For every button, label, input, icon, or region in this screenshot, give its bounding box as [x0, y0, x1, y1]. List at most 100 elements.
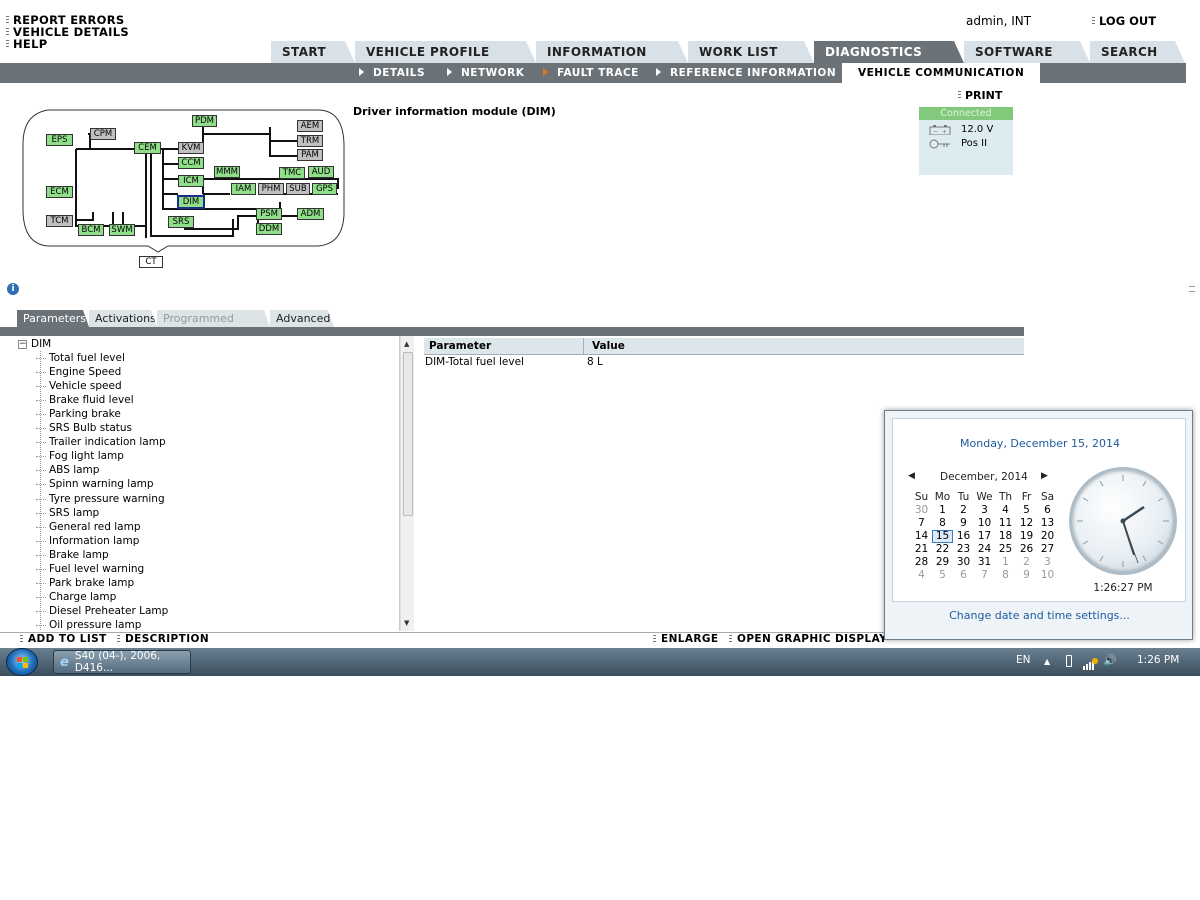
- tree-root[interactable]: − DIM: [18, 338, 51, 350]
- calendar-day[interactable]: 16: [953, 530, 974, 543]
- taskbar-window-button[interactable]: e S40 (04-), 2006, D416...: [53, 650, 191, 674]
- battery-tray-icon[interactable]: [1066, 655, 1072, 667]
- tray-expand-icon[interactable]: ▲: [1044, 657, 1050, 666]
- enlarge-button[interactable]: ENLARGE: [653, 633, 718, 645]
- module-ddm[interactable]: DDM: [256, 223, 282, 235]
- tree-item[interactable]: Brake lamp: [36, 549, 109, 561]
- add-to-list-button[interactable]: ADD TO LIST: [20, 633, 107, 645]
- module-cpm[interactable]: CPM: [90, 128, 116, 140]
- module-gps[interactable]: GPS: [312, 183, 337, 195]
- module-aem[interactable]: AEM: [297, 120, 323, 132]
- subtab-details[interactable]: DETAILS: [359, 63, 425, 83]
- calendar-day[interactable]: 7: [911, 517, 932, 530]
- subtab-network[interactable]: NETWORK: [447, 63, 524, 83]
- tree-item[interactable]: Park brake lamp: [36, 577, 134, 589]
- calendar-day[interactable]: 3: [1037, 556, 1058, 569]
- module-iam[interactable]: IAM: [231, 183, 256, 195]
- volume-tray-icon[interactable]: 🔊: [1103, 654, 1117, 667]
- calendar-day[interactable]: 9: [953, 517, 974, 530]
- tree-item[interactable]: Tyre pressure warning: [36, 493, 165, 505]
- open-graphic-display-button[interactable]: OPEN GRAPHIC DISPLAY: [729, 633, 887, 645]
- help-link[interactable]: HELP: [6, 38, 47, 50]
- tree-item[interactable]: Vehicle speed: [36, 380, 122, 392]
- change-date-time-link[interactable]: Change date and time settings...: [885, 601, 1194, 639]
- module-sub[interactable]: SUB: [286, 183, 310, 195]
- calendar-day[interactable]: 20: [1037, 530, 1058, 543]
- module-ccm[interactable]: CCM: [178, 157, 204, 169]
- calendar-day[interactable]: 5: [932, 569, 953, 582]
- tree-item[interactable]: Diesel Preheater Lamp: [36, 605, 168, 617]
- tree-item[interactable]: ABS lamp: [36, 464, 99, 476]
- module-kvm[interactable]: KVM: [178, 142, 204, 154]
- module-ct[interactable]: CT: [139, 256, 163, 268]
- calendar-day[interactable]: 10: [1037, 569, 1058, 582]
- column-header-value[interactable]: Value: [583, 338, 625, 355]
- module-cem[interactable]: CEM: [134, 142, 161, 154]
- tree-item[interactable]: Oil pressure lamp: [36, 619, 141, 631]
- calendar-day[interactable]: 7: [974, 569, 995, 582]
- module-pdm[interactable]: PDM: [192, 115, 217, 127]
- tab-vehicle-profile[interactable]: VEHICLE PROFILE: [355, 41, 536, 63]
- tree-item[interactable]: General red lamp: [36, 521, 141, 533]
- windows-start-button[interactable]: [6, 648, 38, 676]
- print-button[interactable]: PRINT: [958, 89, 1002, 102]
- column-header-parameter[interactable]: Parameter: [429, 338, 491, 355]
- tree-item[interactable]: Information lamp: [36, 535, 139, 547]
- tree-item[interactable]: Spinn warning lamp: [36, 478, 154, 490]
- calendar-day[interactable]: 1: [995, 556, 1016, 569]
- calendar-day[interactable]: 1: [932, 504, 953, 517]
- month-label[interactable]: December, 2014: [940, 471, 1028, 483]
- tab-work-list[interactable]: WORK LIST: [688, 41, 814, 63]
- module-mmm[interactable]: MMM: [214, 166, 240, 178]
- tab-activations[interactable]: Activations: [89, 310, 157, 327]
- calendar-day[interactable]: 13: [1037, 517, 1058, 530]
- calendar-day[interactable]: 23: [953, 543, 974, 556]
- calendar-day[interactable]: 2: [1016, 556, 1037, 569]
- calendar-day[interactable]: 6: [1037, 504, 1058, 517]
- tree-item[interactable]: SRS lamp: [36, 507, 99, 519]
- calendar-day[interactable]: 4: [911, 569, 932, 582]
- tab-advanced[interactable]: Advanced: [270, 310, 334, 327]
- tab-parameters[interactable]: Parameters: [17, 310, 89, 327]
- tab-diagnostics[interactable]: DIAGNOSTICS: [814, 41, 964, 63]
- tab-search[interactable]: SEARCH: [1090, 41, 1185, 63]
- tab-information[interactable]: INFORMATION: [536, 41, 688, 63]
- calendar-day[interactable]: 29: [932, 556, 953, 569]
- scroll-down-icon[interactable]: ▼: [404, 619, 409, 627]
- calendar-day[interactable]: 31: [974, 556, 995, 569]
- module-psm[interactable]: PSM: [256, 208, 282, 220]
- module-bcm[interactable]: BCM: [78, 224, 104, 236]
- calendar-day[interactable]: 21: [911, 543, 932, 556]
- tree-item[interactable]: Brake fluid level: [36, 394, 134, 406]
- info-icon[interactable]: i: [7, 283, 19, 295]
- calendar-day[interactable]: 22: [932, 543, 953, 556]
- subtab-fault-trace[interactable]: FAULT TRACE: [543, 63, 639, 83]
- calendar-day[interactable]: 18: [995, 530, 1016, 543]
- tree-item[interactable]: SRS Bulb status: [36, 422, 132, 434]
- calendar-day[interactable]: 4: [995, 504, 1016, 517]
- pane-splitter[interactable]: [414, 336, 424, 631]
- module-pam[interactable]: PAM: [297, 149, 323, 161]
- logout-button[interactable]: LOG OUT: [1092, 14, 1156, 28]
- calendar-day[interactable]: 3: [974, 504, 995, 517]
- calendar-day[interactable]: 28: [911, 556, 932, 569]
- module-trm[interactable]: TRM: [297, 135, 323, 147]
- calendar-day[interactable]: 8: [932, 517, 953, 530]
- module-icm[interactable]: ICM: [178, 175, 204, 187]
- tree-item[interactable]: Fuel level warning: [36, 563, 144, 575]
- calendar-day[interactable]: 10: [974, 517, 995, 530]
- module-dim[interactable]: DIM: [177, 195, 205, 209]
- calendar-day[interactable]: 11: [995, 517, 1016, 530]
- calendar-day[interactable]: 30: [953, 556, 974, 569]
- module-adm[interactable]: ADM: [297, 208, 324, 220]
- taskbar-clock[interactable]: 1:26 PM: [1137, 654, 1179, 666]
- calendar-day[interactable]: 24: [974, 543, 995, 556]
- scroll-up-icon[interactable]: ▲: [404, 340, 409, 348]
- tree-item[interactable]: Engine Speed: [36, 366, 121, 378]
- calendar-day[interactable]: 2: [953, 504, 974, 517]
- network-tray-icon[interactable]: [1082, 655, 1098, 674]
- tab-software[interactable]: SOFTWARE: [964, 41, 1090, 63]
- calendar-day[interactable]: 5: [1016, 504, 1037, 517]
- calendar-day[interactable]: 15: [932, 530, 953, 543]
- calendar-day[interactable]: 27: [1037, 543, 1058, 556]
